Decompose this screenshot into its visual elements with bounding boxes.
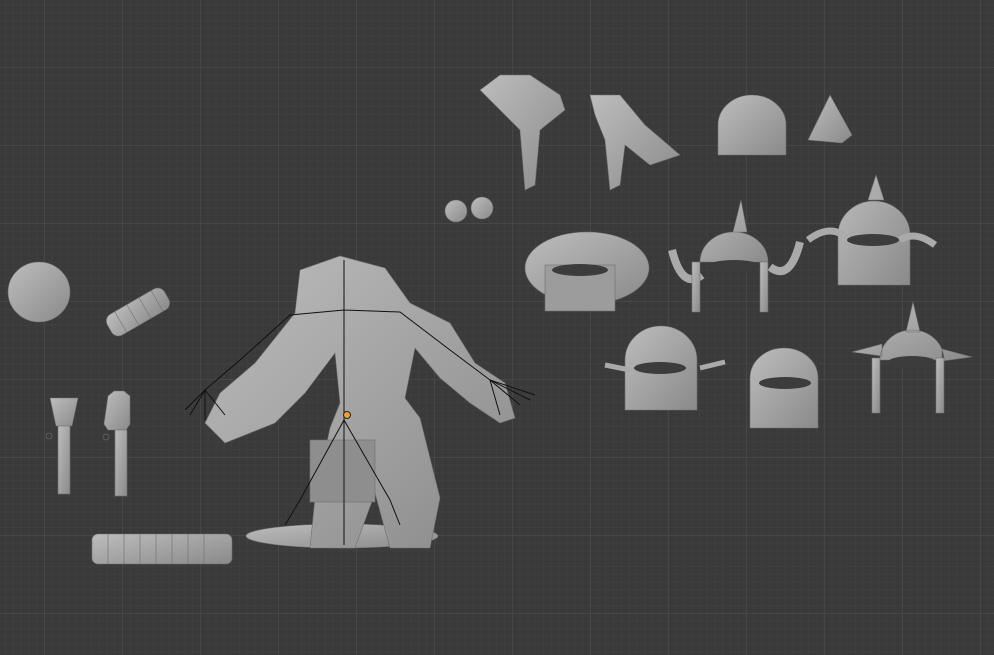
helmet-mesh-1[interactable]	[717, 94, 787, 156]
scene	[7, 74, 973, 565]
helmet-mesh-2[interactable]	[807, 94, 853, 144]
round-shield-mesh[interactable]	[7, 261, 71, 323]
torch-mesh-right[interactable]	[102, 390, 131, 497]
object-origin-marker	[343, 411, 351, 419]
3d-viewport[interactable]	[0, 0, 994, 655]
helmet-mesh-horned-top[interactable]	[805, 174, 938, 286]
ork-character-mesh[interactable]	[204, 255, 516, 549]
whip-mesh-2[interactable]	[589, 94, 681, 191]
goggles-mesh[interactable]	[444, 196, 494, 223]
whip-mesh-1[interactable]	[479, 74, 566, 191]
fingers-mesh[interactable]	[103, 285, 172, 339]
helmet-mesh-horned-spike[interactable]	[668, 199, 804, 313]
torch-mesh-left[interactable]	[45, 397, 79, 495]
ammo-pile-mesh[interactable]	[91, 533, 233, 565]
